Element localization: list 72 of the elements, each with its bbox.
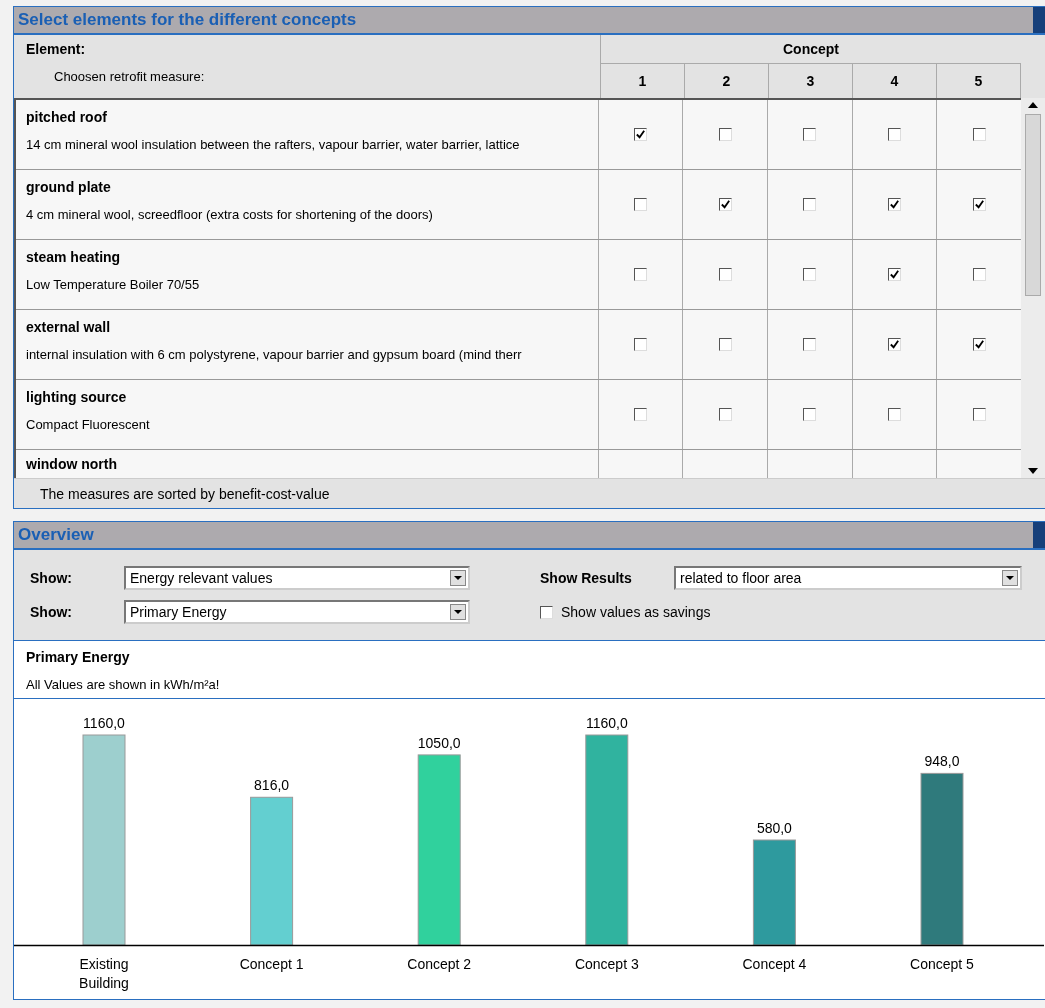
scrollbar[interactable] xyxy=(1021,98,1045,478)
checkbox[interactable] xyxy=(718,128,732,141)
dropdown[interactable]: Primary Energy xyxy=(124,600,470,624)
checkbox[interactable] xyxy=(972,268,986,281)
checkbox[interactable] xyxy=(888,198,901,211)
category-label: Existing Building xyxy=(79,956,129,991)
value-label: 1160,0 xyxy=(83,715,125,731)
value-label: 1160,0 xyxy=(585,715,628,731)
checkbox[interactable] xyxy=(634,128,647,141)
column-header: 5 xyxy=(937,64,1021,98)
checkbox[interactable] xyxy=(888,338,901,351)
sort-note: The measures are sorted by benefit-cost-value xyxy=(40,485,330,502)
checkbox[interactable] xyxy=(888,128,901,141)
checkbox-label: Show values as savings xyxy=(561,604,711,620)
checkbox[interactable] xyxy=(803,268,817,281)
checkbox[interactable] xyxy=(718,408,732,421)
checkbox[interactable] xyxy=(972,198,986,211)
value-label: 1050,0 xyxy=(417,734,461,751)
show-label: Show: xyxy=(30,604,73,620)
checkbox[interactable] xyxy=(888,408,901,421)
checkbox[interactable] xyxy=(718,268,732,281)
checkbox[interactable] xyxy=(803,198,817,211)
element-name: steam heating xyxy=(26,249,122,265)
dropdown[interactable]: Energy relevant values xyxy=(124,566,470,590)
column-header: 2 xyxy=(685,64,769,98)
dropdown[interactable]: related to floor area xyxy=(674,566,1022,590)
panel-title: Overview xyxy=(17,525,94,545)
measure-text: internal insulation with 6 cm polystyrene, vapour barrier and gypsum board (mind therr xyxy=(26,347,523,362)
value-label: 948,0 xyxy=(924,753,960,770)
checkbox[interactable] xyxy=(972,128,986,141)
column-header: 1 xyxy=(601,64,685,98)
category-label: Concept 1 xyxy=(239,956,304,972)
measure-text: 4 cm mineral wool, screedfloor (extra costs for shortening of the doors) xyxy=(26,207,434,222)
checkbox[interactable] xyxy=(803,408,817,421)
category-label: Concept 3 xyxy=(574,956,639,972)
checkbox[interactable] xyxy=(634,268,647,281)
checkbox[interactable] xyxy=(634,198,647,211)
checkbox[interactable] xyxy=(972,338,986,351)
checkbox[interactable] xyxy=(718,198,732,211)
column-subheader: Choosen retrofit measure: xyxy=(53,69,206,84)
measure-text: Low Temperature Boiler 70/55 xyxy=(26,277,201,292)
show-label: Show: xyxy=(30,570,73,586)
category-label: Concept 5 xyxy=(910,956,974,972)
column-group-header: Concept xyxy=(601,35,1021,64)
checkbox[interactable] xyxy=(803,128,817,141)
panel-title: Select elements for the different concepts xyxy=(17,10,357,30)
checkbox[interactable] xyxy=(634,338,647,351)
category-label: Concept 2 xyxy=(407,956,472,972)
measure-text: 14 cm mineral wool insulation between the rafters, vapour barrier, water barrier, lattice xyxy=(26,137,521,152)
element-name: pitched roof xyxy=(26,109,108,125)
checkbox[interactable] xyxy=(634,408,647,421)
checkbox[interactable] xyxy=(540,605,553,619)
column-header: Element: xyxy=(26,41,87,57)
checkbox[interactable] xyxy=(888,268,901,281)
value-label: 580,0 xyxy=(756,820,792,836)
column-header: 3 xyxy=(769,64,853,98)
element-name: window north xyxy=(26,456,118,472)
element-name: ground plate xyxy=(26,179,112,195)
value-label: 816,0 xyxy=(254,777,290,794)
category-label: Concept 4 xyxy=(742,956,807,972)
unit-note: All Values are shown in kWh/m²a! xyxy=(26,677,221,692)
chart-title: Primary Energy xyxy=(26,649,131,665)
scroll-up-icon[interactable] xyxy=(1028,102,1038,108)
checkbox[interactable] xyxy=(718,338,732,351)
element-name: lighting source xyxy=(26,389,128,405)
checkbox[interactable] xyxy=(972,408,986,421)
scroll-down-icon[interactable] xyxy=(1028,468,1038,474)
column-header: 4 xyxy=(853,64,937,98)
element-name: external wall xyxy=(26,319,112,335)
checkbox[interactable] xyxy=(803,338,817,351)
show-results-label: Show Results xyxy=(540,570,633,586)
measure-text: Compact Fluorescent xyxy=(26,417,151,432)
